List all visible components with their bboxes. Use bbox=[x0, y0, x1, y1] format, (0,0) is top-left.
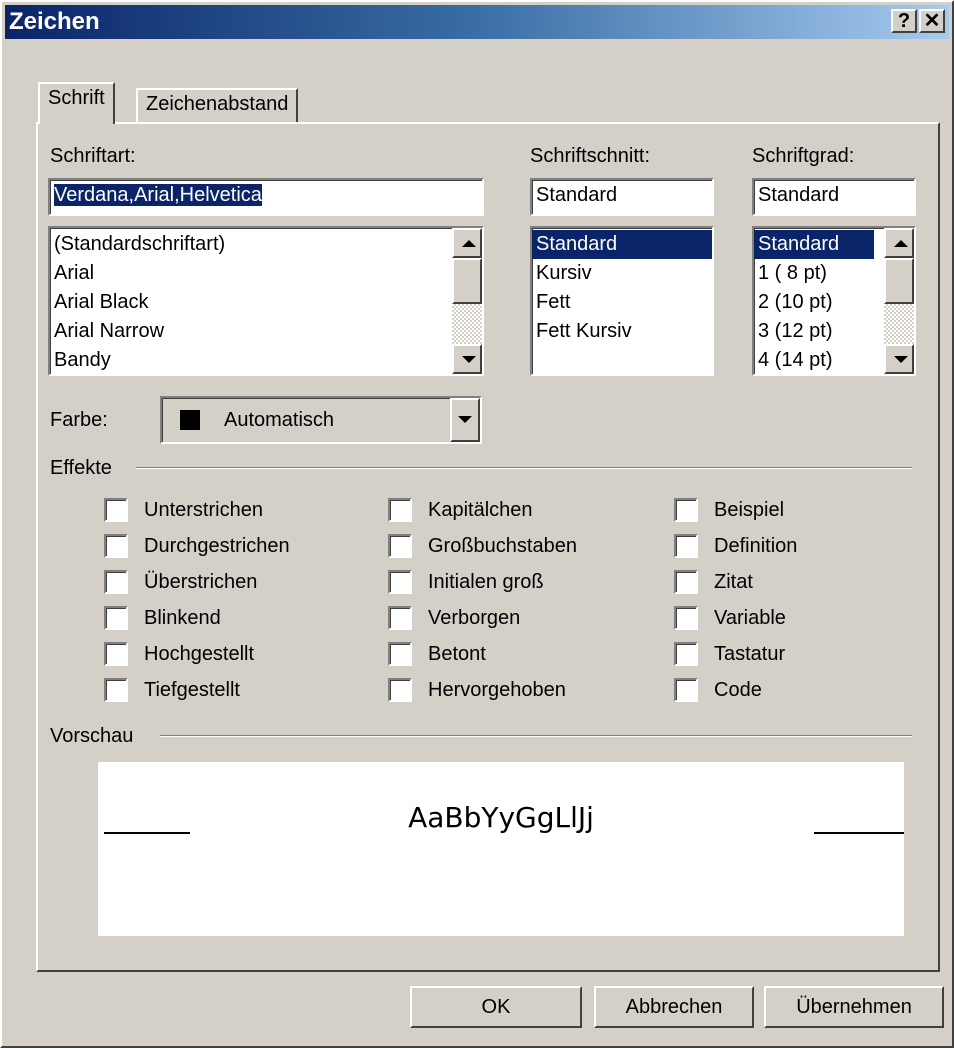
list-item[interactable]: Fett bbox=[532, 288, 712, 317]
list-item[interactable]: Kursiv bbox=[532, 259, 712, 288]
preview-sample: AaBbYyGgLlJj bbox=[408, 801, 594, 834]
color-value: Automatisch bbox=[224, 409, 335, 431]
checkbox-definition[interactable] bbox=[674, 534, 698, 558]
checkbox-durchgestrichen[interactable] bbox=[104, 534, 128, 558]
font-list-scrollbar[interactable] bbox=[452, 228, 482, 374]
list-item[interactable]: Bandy bbox=[50, 346, 482, 374]
arrow-down-icon bbox=[894, 356, 908, 363]
checkbox-hochgestellt[interactable] bbox=[104, 642, 128, 666]
size-label: Schriftgrad: bbox=[752, 145, 855, 167]
arrow-up-icon bbox=[462, 240, 476, 247]
list-item-selected[interactable]: Standard bbox=[754, 230, 874, 259]
checkbox-label: Initialen groß bbox=[428, 571, 544, 593]
tab-zeichenabstand[interactable]: Zeichenabstand bbox=[136, 88, 299, 122]
scroll-thumb[interactable] bbox=[884, 258, 914, 304]
checkbox-ueberstrichen[interactable] bbox=[104, 570, 128, 594]
arrow-down-icon bbox=[462, 356, 476, 363]
list-item[interactable]: 1 ( 8 pt) bbox=[754, 259, 874, 288]
scroll-up-button[interactable] bbox=[452, 228, 482, 258]
checkbox-code[interactable] bbox=[674, 678, 698, 702]
preview-box: AaBbYyGgLlJj bbox=[98, 762, 904, 936]
checkbox-label: Großbuchstaben bbox=[428, 535, 577, 557]
effects-label: Effekte bbox=[50, 457, 112, 479]
checkbox-label: Durchgestrichen bbox=[144, 535, 290, 557]
color-select[interactable]: Automatisch bbox=[160, 396, 482, 444]
list-item[interactable]: 3 (12 pt) bbox=[754, 317, 874, 346]
checkbox-label: Überstrichen bbox=[144, 571, 258, 593]
effects-divider bbox=[136, 467, 912, 469]
list-item[interactable]: Arial Narrow bbox=[50, 317, 482, 346]
arrow-up-icon bbox=[894, 240, 908, 247]
baseline-right bbox=[814, 832, 904, 834]
checkbox-hervorgehoben[interactable] bbox=[388, 678, 412, 702]
color-label: Farbe: bbox=[50, 409, 108, 431]
font-list[interactable]: (Standardschriftart) Arial Arial Black A… bbox=[48, 226, 484, 376]
color-swatch bbox=[180, 410, 200, 430]
checkbox-beispiel[interactable] bbox=[674, 498, 698, 522]
apply-button[interactable]: Übernehmen bbox=[764, 986, 944, 1028]
checkbox-label: Hochgestellt bbox=[144, 643, 255, 665]
preview-divider bbox=[160, 735, 912, 737]
title-bar[interactable]: Zeichen ? ✕ bbox=[5, 5, 949, 39]
scroll-down-button[interactable] bbox=[452, 344, 482, 374]
chevron-down-icon bbox=[458, 416, 472, 423]
preview-label: Vorschau bbox=[50, 725, 134, 747]
style-label: Schriftschnitt: bbox=[530, 145, 651, 167]
checkbox-label: Code bbox=[714, 679, 762, 701]
style-input[interactable]: Standard bbox=[530, 178, 714, 216]
checkbox-verborgen[interactable] bbox=[388, 606, 412, 630]
list-item[interactable]: 2 (10 pt) bbox=[754, 288, 874, 317]
checkbox-label: Hervorgehoben bbox=[428, 679, 566, 701]
checkbox-label: Kapitälchen bbox=[428, 499, 533, 521]
style-list[interactable]: Standard Kursiv Fett Fett Kursiv bbox=[530, 226, 714, 376]
font-dialog: Zeichen ? ✕ Schrift Zeichenabstand Schri… bbox=[0, 0, 954, 1048]
ok-button[interactable]: OK bbox=[410, 986, 582, 1028]
checkbox-label: Verborgen bbox=[428, 607, 521, 629]
checkbox-label: Tastatur bbox=[714, 643, 786, 665]
list-item-selected[interactable]: Standard bbox=[532, 230, 712, 259]
checkbox-kapitaelchen[interactable] bbox=[388, 498, 412, 522]
cancel-button[interactable]: Abbrechen bbox=[594, 986, 754, 1028]
checkbox-label: Definition bbox=[714, 535, 798, 557]
checkbox-tiefgestellt[interactable] bbox=[104, 678, 128, 702]
list-item[interactable]: (Standardschriftart) bbox=[50, 230, 482, 259]
checkbox-initialen-gross[interactable] bbox=[388, 570, 412, 594]
checkbox-label: Betont bbox=[428, 643, 486, 665]
checkbox-blinkend[interactable] bbox=[104, 606, 128, 630]
close-button[interactable]: ✕ bbox=[919, 9, 945, 33]
size-input[interactable]: Standard bbox=[752, 178, 916, 216]
checkbox-grossbuchstaben[interactable] bbox=[388, 534, 412, 558]
tab-schrift[interactable]: Schrift bbox=[38, 82, 115, 124]
window-title: Zeichen bbox=[9, 8, 100, 35]
list-item[interactable]: Fett Kursiv bbox=[532, 317, 712, 346]
checkbox-variable[interactable] bbox=[674, 606, 698, 630]
scroll-thumb[interactable] bbox=[452, 258, 482, 304]
font-label: Schriftart: bbox=[50, 145, 136, 167]
help-button[interactable]: ? bbox=[891, 9, 917, 33]
scroll-down-button[interactable] bbox=[884, 344, 914, 374]
checkbox-label: Beispiel bbox=[714, 499, 785, 521]
checkbox-zitat[interactable] bbox=[674, 570, 698, 594]
checkbox-label: Zitat bbox=[714, 571, 753, 593]
font-input[interactable]: Verdana,Arial,Helvetica bbox=[48, 178, 484, 216]
checkbox-label: Variable bbox=[714, 607, 786, 629]
checkbox-tastatur[interactable] bbox=[674, 642, 698, 666]
checkbox-label: Unterstrichen bbox=[144, 499, 263, 521]
list-item[interactable]: Arial bbox=[50, 259, 482, 288]
size-list-scrollbar[interactable] bbox=[884, 228, 914, 374]
scroll-up-button[interactable] bbox=[884, 228, 914, 258]
checkbox-betont[interactable] bbox=[388, 642, 412, 666]
list-item[interactable]: 4 (14 pt) bbox=[754, 346, 874, 374]
size-list[interactable]: Standard 1 ( 8 pt) 2 (10 pt) 3 (12 pt) 4… bbox=[752, 226, 916, 376]
dropdown-button[interactable] bbox=[450, 398, 480, 442]
list-item[interactable]: Arial Black bbox=[50, 288, 482, 317]
checkbox-label: Blinkend bbox=[144, 607, 221, 629]
checkbox-unterstrichen[interactable] bbox=[104, 498, 128, 522]
font-input-value: Verdana,Arial,Helvetica bbox=[54, 184, 262, 206]
checkbox-label: Tiefgestellt bbox=[144, 679, 240, 701]
